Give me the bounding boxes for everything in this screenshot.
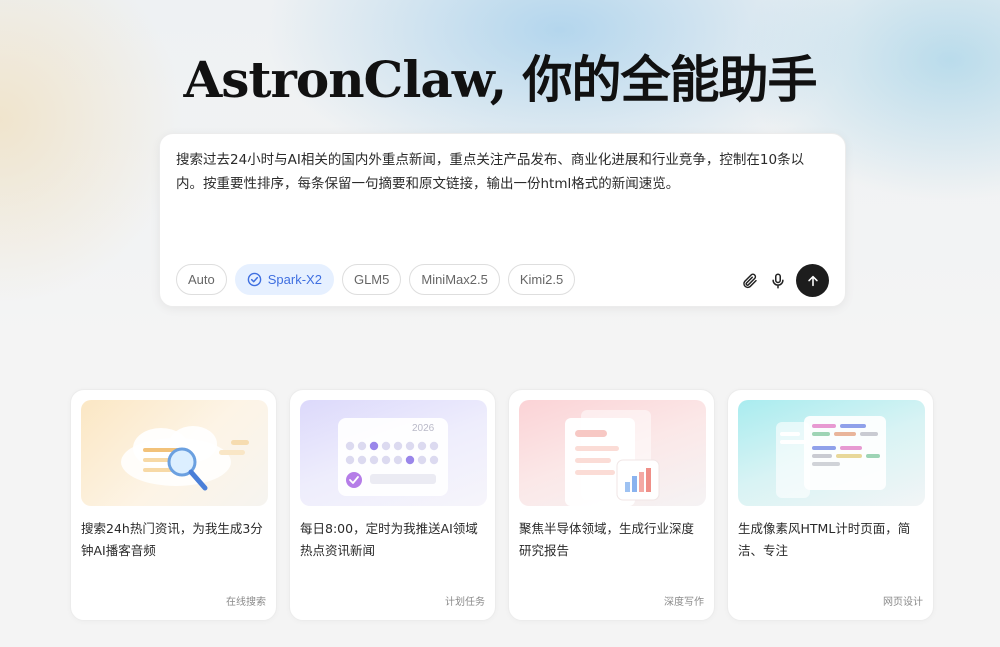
calendar-day-dot xyxy=(357,441,367,451)
card-thumbnail xyxy=(81,400,268,506)
card-tag: 深度写作 xyxy=(664,597,704,608)
suggestion-card-podcast[interactable]: 搜索24h热门资讯，为我生成3分钟AI播客音频 在线搜索 xyxy=(70,389,277,621)
calendar-day-dot xyxy=(393,455,403,465)
model-chip-spark-x2[interactable]: Spark-X2 xyxy=(234,264,334,295)
card-tag: 计划任务 xyxy=(445,597,485,608)
calendar-day-dot xyxy=(429,441,439,451)
model-chip-label: Auto xyxy=(188,272,215,287)
card-thumbnail xyxy=(519,400,706,506)
card-thumbnail xyxy=(738,400,925,506)
suggestion-card-webpage[interactable]: 生成像素风HTML计时页面，简洁、专注 网页设计 xyxy=(727,389,934,621)
calendar-day-dot xyxy=(429,455,439,465)
card-tag: 在线搜索 xyxy=(226,597,266,608)
card-tag: 网页设计 xyxy=(883,597,923,608)
calendar-day-dot xyxy=(345,455,355,465)
model-chip-kimi[interactable]: Kimi2.5 xyxy=(507,264,576,295)
model-chip-label: Kimi2.5 xyxy=(519,272,564,287)
check-circle-icon xyxy=(247,272,262,287)
page-title: AstronClaw, 你的全能助手 xyxy=(183,50,817,109)
calendar-day-dot xyxy=(369,441,379,451)
model-chip-glm5[interactable]: GLM5 xyxy=(341,264,402,295)
microphone-icon[interactable] xyxy=(768,271,788,291)
suggestion-cards: 搜索24h热门资讯，为我生成3分钟AI播客音频 在线搜索 2026 每日8:00… xyxy=(70,389,934,621)
calendar-day-dot xyxy=(405,455,415,465)
card-description: 聚焦半导体领域，生成行业深度研究报告 xyxy=(519,521,695,558)
calendar-day-dot xyxy=(381,441,391,451)
paperclip-icon[interactable] xyxy=(740,271,760,291)
model-chip-minimax[interactable]: MiniMax2.5 xyxy=(409,264,500,295)
model-chip-label: GLM5 xyxy=(353,272,390,287)
calendar-day-dot xyxy=(393,441,403,451)
suggestion-card-schedule[interactable]: 2026 每日8:00，定时为我推送AI领域热点资讯新闻 计划任务 xyxy=(289,389,496,621)
calendar-day-dot xyxy=(417,455,427,465)
model-selector: Auto Spark-X2 GLM5 MiniMax2.5 Kimi2.5 xyxy=(176,264,576,295)
calendar-day-dot xyxy=(345,441,355,451)
model-chip-label: MiniMax2.5 xyxy=(421,272,488,287)
card-description: 搜索24h热门资讯，为我生成3分钟AI播客音频 xyxy=(81,521,263,558)
model-chip-auto[interactable]: Auto xyxy=(176,264,227,295)
calendar-day-dot xyxy=(357,455,367,465)
prompt-tools xyxy=(740,264,829,297)
calendar-day-dot xyxy=(381,455,391,465)
card-description: 生成像素风HTML计时页面，简洁、专注 xyxy=(738,521,911,558)
prompt-box[interactable]: 搜索过去24小时与AI相关的国内外重点新闻，重点关注产品发布、商业化进展和行业竞… xyxy=(159,133,846,307)
calendar-day-dot xyxy=(417,441,427,451)
calendar-day-dot xyxy=(369,455,379,465)
magnifier-cloud-icon xyxy=(121,426,249,491)
code-window-icon xyxy=(776,416,886,498)
card-description: 每日8:00，定时为我推送AI领域热点资讯新闻 xyxy=(300,521,478,558)
model-chip-label: Spark-X2 xyxy=(267,272,322,287)
calendar-icon: 2026 xyxy=(338,418,448,496)
report-chart-icon xyxy=(565,410,660,506)
card-thumbnail: 2026 xyxy=(300,400,487,506)
prompt-input[interactable]: 搜索过去24小时与AI相关的国内外重点新闻，重点关注产品发布、商业化进展和行业竞… xyxy=(176,148,826,196)
suggestion-card-report[interactable]: 聚焦半导体领域，生成行业深度研究报告 深度写作 xyxy=(508,389,715,621)
calendar-year: 2026 xyxy=(412,423,435,434)
send-button[interactable] xyxy=(796,264,829,297)
arrow-up-icon xyxy=(807,275,818,286)
calendar-day-dot xyxy=(405,441,415,451)
